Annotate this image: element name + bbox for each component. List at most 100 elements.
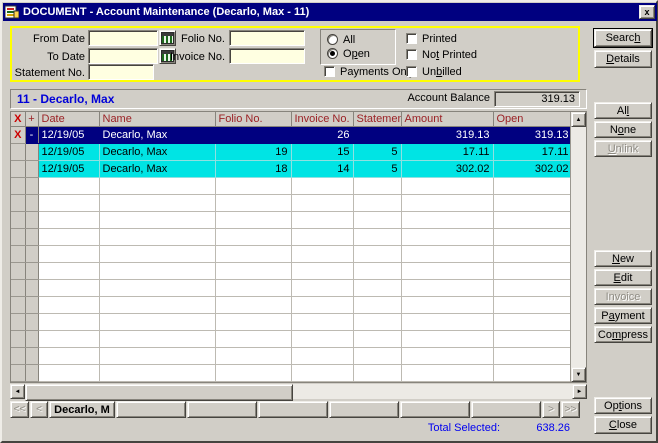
cell-amount: 17.11 [401,144,493,161]
row-link-mark[interactable] [25,144,38,161]
options-button[interactable]: Options [594,397,652,414]
tab-account-decarlo[interactable]: Decarlo, M [49,401,115,418]
account-title: 11 - Decarlo, Max [17,92,114,106]
invoice-button: Invoice [594,288,652,305]
table-row-selected[interactable]: X - 12/19/05 Decarlo, Max 26 319.13 319.… [11,127,572,144]
cell-name: Decarlo, Max [99,161,215,178]
column-header-statement[interactable]: Statement [353,112,401,127]
total-selected-label: Total Selected: [400,422,500,434]
column-header-invoice[interactable]: Invoice No. [291,112,353,127]
cell-folio: 19 [215,144,291,161]
radio-open[interactable] [327,48,338,59]
table-row-empty [11,365,572,382]
tab-nav-first[interactable]: << [10,401,29,418]
details-button[interactable]: Details [594,50,652,68]
table-header-row: X + Date Name Folio No. Invoice No. Stat… [11,112,572,127]
edit-button[interactable]: Edit [594,269,652,286]
cell-statement [353,127,401,144]
table-row-empty [11,229,572,246]
folio-no-input[interactable] [229,30,305,46]
invoice-no-label: Invoice No. [162,51,225,63]
invoice-no-input[interactable] [229,48,305,64]
statement-no-label: Statement No. [8,67,85,79]
cell-invoice: 26 [291,127,353,144]
documents-grid: X + Date Name Folio No. Invoice No. Stat… [10,111,587,383]
radio-all-label: All [343,34,355,46]
tab-nav-next[interactable]: > [542,401,560,418]
row-select-mark[interactable] [11,161,25,178]
payment-button[interactable]: Payment [594,307,652,324]
row-select-mark[interactable]: X [11,127,25,144]
scrollbar-thumb[interactable] [25,384,293,401]
table-row-empty [11,331,572,348]
grid-horizontal-scrollbar[interactable]: ◄ ► [10,384,587,399]
window-title: DOCUMENT - Account Maintenance (Decarlo,… [23,6,639,18]
close-button[interactable]: Close [594,416,652,434]
app-icon [5,5,19,19]
payments-only-label: Payments Only [340,66,415,78]
payments-only-checkbox[interactable] [324,66,335,77]
column-header-link[interactable]: + [25,112,38,127]
scroll-down-icon[interactable]: ▼ [571,367,586,382]
cell-folio [215,127,291,144]
table-row[interactable]: 12/19/05 Decarlo, Max 18 14 5 302.02 302… [11,161,572,178]
not-printed-label: Not Printed [422,49,477,61]
to-date-label: To Date [12,51,85,63]
row-link-mark[interactable] [25,161,38,178]
table-row-empty [11,246,572,263]
printed-checkbox[interactable] [406,33,417,44]
compress-button[interactable]: Compress [594,326,652,343]
cell-folio: 18 [215,161,291,178]
close-icon[interactable]: x [639,5,655,19]
row-link-mark[interactable]: - [25,127,38,144]
row-select-mark[interactable] [11,144,25,161]
column-header-amount[interactable]: Amount [401,112,493,127]
cell-name: Decarlo, Max [99,144,215,161]
table-row-empty [11,382,572,384]
scroll-left-icon[interactable]: ◄ [10,384,25,399]
account-balance-value: 319.13 [494,91,580,107]
not-printed-checkbox[interactable] [406,49,417,60]
printed-label: Printed [422,33,457,45]
table-row-empty [11,178,572,195]
cell-date: 12/19/05 [38,161,99,178]
scroll-right-icon[interactable]: ► [572,384,587,399]
column-header-name[interactable]: Name [99,112,215,127]
column-header-date[interactable]: Date [38,112,99,127]
unbilled-checkbox[interactable] [406,66,417,77]
table-row-empty [11,314,572,331]
cell-statement: 5 [353,161,401,178]
from-date-input[interactable] [88,30,158,46]
table-row-empty [11,263,572,280]
table-row-empty [11,297,572,314]
table-row-empty [11,212,572,229]
column-header-folio[interactable]: Folio No. [215,112,291,127]
cell-name: Decarlo, Max [99,127,215,144]
application-window: DOCUMENT - Account Maintenance (Decarlo,… [0,0,658,443]
table-row-empty [11,280,572,297]
tab-nav-prev[interactable]: < [30,401,48,418]
radio-all[interactable] [327,34,338,45]
table-row[interactable]: 12/19/05 Decarlo, Max 19 15 5 17.11 17.1… [11,144,572,161]
cell-date: 12/19/05 [38,127,99,144]
cell-date: 12/19/05 [38,144,99,161]
unbilled-label: Unbilled [422,66,462,78]
grid-vertical-scrollbar[interactable]: ▲ ▼ [570,112,586,382]
tab-nav-last[interactable]: >> [561,401,580,418]
to-date-input[interactable] [88,48,158,64]
cell-statement: 5 [353,144,401,161]
statement-no-input[interactable] [88,64,154,80]
column-header-open[interactable]: Open [493,112,572,127]
column-header-x[interactable]: X [11,112,25,127]
unlink-button: Unlink [594,140,652,157]
scroll-up-icon[interactable]: ▲ [571,112,586,127]
tab-empty [471,401,541,418]
all-button[interactable]: All [594,102,652,119]
cell-amount: 302.02 [401,161,493,178]
cell-invoice: 15 [291,144,353,161]
search-button[interactable]: Search [594,29,652,47]
new-button[interactable]: New [594,250,652,267]
table-row-empty [11,348,572,365]
cell-amount: 319.13 [401,127,493,144]
none-button[interactable]: None [594,121,652,138]
